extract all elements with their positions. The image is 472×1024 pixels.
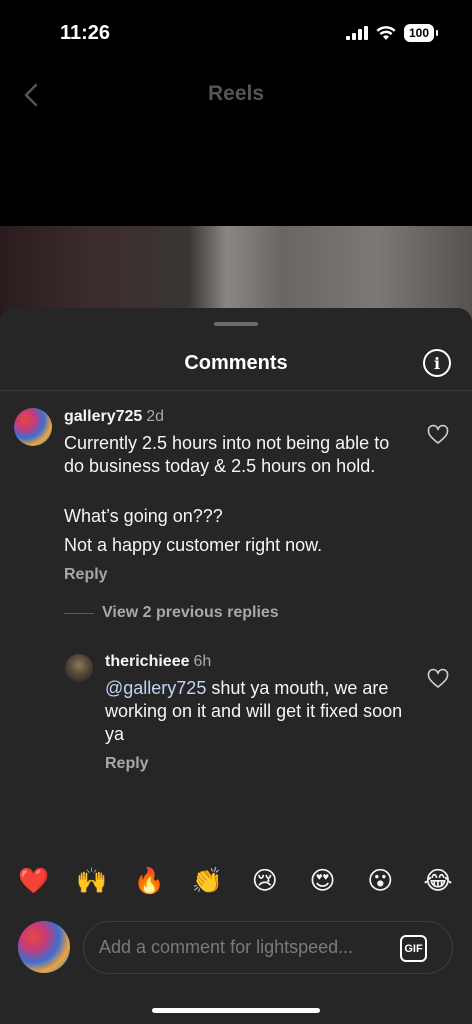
comments-sheet: Comments i gallery725 2d Currently 2.5 ho… — [0, 308, 472, 1024]
comment-username[interactable]: therichieee — [105, 653, 189, 670]
avatar[interactable] — [14, 408, 52, 446]
comment-input[interactable]: Add a comment for lightspeed... GIF — [83, 921, 453, 974]
home-indicator — [152, 1008, 320, 1013]
avatar[interactable] — [65, 654, 93, 682]
status-icons: 100 — [345, 24, 439, 42]
heart-icon — [427, 668, 449, 688]
emoji-laughing[interactable]: 😂 — [418, 866, 458, 896]
reply-button[interactable]: Reply — [105, 755, 149, 773]
heart-icon — [427, 424, 449, 444]
comment-header: therichieee 6h — [105, 653, 211, 671]
view-replies-button[interactable]: View 2 previous replies — [64, 604, 279, 622]
comment-input-placeholder: Add a comment for lightspeed... — [99, 937, 354, 957]
mention-link[interactable]: @gallery725 — [105, 678, 206, 698]
gif-button[interactable]: GIF — [400, 935, 427, 962]
info-icon[interactable]: i — [423, 349, 451, 377]
comment-time: 6h — [193, 653, 212, 670]
emoji-heart[interactable]: ❤️ — [14, 866, 54, 896]
like-button[interactable] — [426, 667, 450, 691]
like-button[interactable] — [426, 423, 450, 447]
emoji-raised-hands[interactable]: 🙌 — [72, 866, 112, 896]
divider — [64, 612, 94, 614]
reply-button[interactable]: Reply — [64, 566, 108, 584]
signal-icon — [345, 26, 368, 40]
current-user-avatar — [18, 921, 70, 973]
emoji-fire[interactable]: 🔥 — [129, 866, 169, 896]
emoji-clap[interactable]: 👏 — [187, 866, 227, 896]
emoji-crying[interactable]: 😢 — [245, 866, 285, 896]
top-nav: Reels — [0, 70, 472, 120]
view-replies-label: View 2 previous replies — [102, 604, 279, 621]
wifi-icon — [376, 25, 396, 40]
sheet-title: Comments — [184, 352, 288, 374]
sheet-grabber[interactable] — [214, 322, 258, 326]
comment-text: Not a happy customer right now. — [64, 535, 323, 555]
status-bar: 11:26 100 — [0, 0, 472, 70]
comment-username[interactable]: gallery725 — [64, 408, 142, 425]
emoji-surprised[interactable]: 😮 — [360, 866, 400, 896]
status-time: 11:26 — [60, 22, 111, 44]
comment-text: Currently 2.5 hours into not being able … — [64, 433, 390, 476]
comment-header: gallery725 2d — [64, 408, 164, 426]
page-title: Reels — [207, 82, 265, 105]
emoji-heart-eyes[interactable]: 😍 — [303, 866, 343, 896]
divider — [0, 390, 472, 391]
comment-text: What’s going on??? — [64, 506, 223, 526]
emoji-reaction-bar: ❤️ 🙌 🔥 👏 😢 😍 😮 😂 — [14, 866, 458, 896]
comment-text: @gallery725 shut ya mouth, we are workin… — [105, 677, 405, 746]
comment-time: 2d — [146, 408, 165, 425]
battery-indicator: 100 — [403, 24, 439, 42]
